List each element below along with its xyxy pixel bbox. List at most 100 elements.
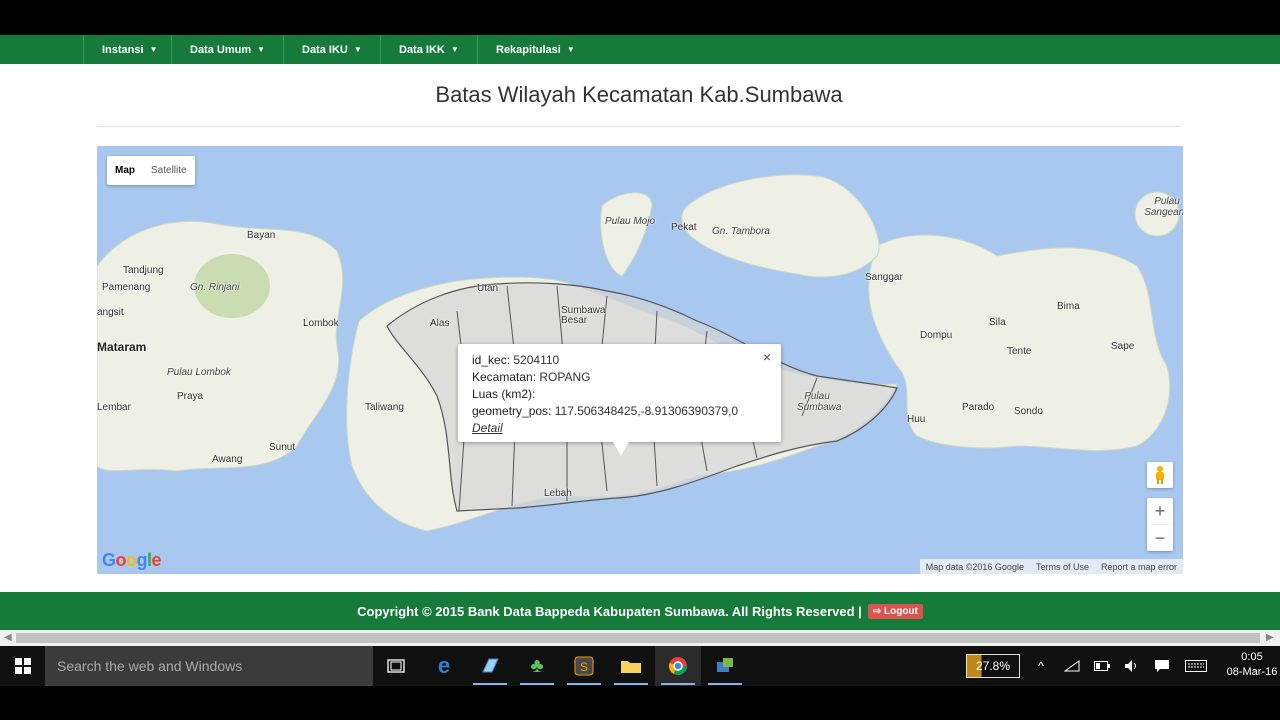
label-taliwang: Taliwang	[365, 402, 404, 413]
label-lembar: Lembar	[97, 402, 131, 413]
clock-date: 08-Mar-16	[1226, 666, 1278, 678]
map-type-map-button[interactable]: Map	[107, 165, 143, 176]
label-pulau-mojo: Pulau Mojo	[605, 216, 656, 227]
copyright-text: Copyright © 2015 Bank Data Bappeda Kabup…	[357, 603, 862, 619]
label-gn-tambora: Gn. Tambora	[712, 226, 770, 237]
id-kec-value: 5204110	[513, 353, 560, 367]
zoom-control: + −	[1147, 498, 1173, 551]
page-content: Batas Wilayah Kecamatan Kab.Sumbawa Baya…	[0, 64, 1280, 592]
clock-time: 0:05	[1241, 651, 1263, 663]
label-sunut: Sunut	[269, 442, 296, 453]
label-lombok: Lombok	[303, 318, 339, 329]
street-view-pegman-icon[interactable]	[1147, 462, 1173, 488]
task-view-icon[interactable]	[373, 646, 419, 686]
label-angsit: angsit	[97, 307, 124, 318]
google-map[interactable]: Bayan Tandjung Pamenang Gn. Rinjani angs…	[97, 146, 1183, 574]
bottom-black-bar	[0, 686, 1280, 720]
caret-down-icon: ▼	[149, 45, 158, 54]
label-gn-rinjani: Gn. Rinjani	[190, 282, 240, 293]
label-sondo: Sondo	[1014, 406, 1043, 417]
windows-start-icon[interactable]	[0, 646, 45, 686]
logout-button[interactable]: ⇨ Logout	[867, 603, 923, 619]
map-type-control: Map Satellite	[107, 156, 195, 185]
main-navbar: Instansi ▼ Data Umum ▼ Data IKU ▼ Data IKK ▼…	[0, 35, 1280, 64]
label-parado: Parado	[962, 402, 995, 413]
label-pulau-sangeang: Pulau Sangeang	[1144, 196, 1183, 218]
taskbar-search-box[interactable]: Search the web and Windows	[45, 646, 373, 686]
system-clock[interactable]: 0:05 08-Mar-16	[1224, 650, 1280, 680]
close-icon[interactable]: ×	[763, 349, 771, 365]
label-sanggar: Sanggar	[865, 272, 903, 283]
label-tandjung: Tandjung	[123, 265, 164, 276]
zoom-in-button[interactable]: +	[1147, 498, 1173, 524]
label-awang: Awang	[212, 454, 243, 465]
map-data-credit: Map data ©2016 Google	[925, 561, 1024, 572]
logout-label: Logout	[884, 605, 918, 617]
notification-icon[interactable]	[1150, 646, 1174, 686]
label-mataram: Mataram	[97, 340, 147, 354]
caret-down-icon: ▼	[257, 45, 266, 54]
caret-down-icon: ▼	[566, 45, 575, 54]
popup-row-geometry: geometry_pos: 117.506348425,-8.913063903…	[472, 403, 767, 420]
info-window: × id_kec: 5204110 Kecamatan: ROPANG Luas…	[458, 344, 781, 456]
windows-taskbar: Search the web and Windows e ♣ S 27.8% ^…	[0, 646, 1280, 686]
scroll-right-icon[interactable]: ▶	[1266, 632, 1274, 643]
nav-rekapitulasi[interactable]: Rekapitulasi ▼	[477, 35, 587, 64]
label-sumbawa-besar: Sumbawa Besar	[561, 305, 606, 326]
google-logo[interactable]: Google	[102, 550, 162, 571]
id-kec-label: id_kec:	[472, 353, 511, 367]
pulau-mojo-island	[600, 192, 653, 277]
nav-label: Data IKK	[399, 43, 445, 56]
label-sape: Sape	[1111, 341, 1135, 352]
battery-meter[interactable]: 27.8%	[966, 654, 1020, 678]
zoom-out-button[interactable]: −	[1147, 525, 1173, 551]
kecamatan-value: ROPANG	[539, 370, 591, 384]
wifi-icon[interactable]	[1060, 646, 1084, 686]
battery-icon[interactable]	[1090, 646, 1114, 686]
network-tool-icon[interactable]	[702, 646, 748, 686]
caret-down-icon: ▼	[353, 45, 362, 54]
chevron-up-icon[interactable]: ^	[1030, 646, 1052, 686]
map-attribution: Map data ©2016 Google Terms of Use Repor…	[919, 559, 1183, 574]
luas-label: Luas (km2):	[472, 387, 536, 401]
label-dompu: Dompu	[920, 330, 953, 341]
page-footer: Copyright © 2015 Bank Data Bappeda Kabup…	[0, 592, 1280, 630]
scrollbar-thumb[interactable]	[16, 633, 1260, 643]
detail-link[interactable]: Detail	[472, 421, 503, 435]
popup-row-detail: Detail	[472, 420, 767, 437]
title-divider	[97, 126, 1181, 127]
keyboard-icon[interactable]	[1182, 646, 1210, 686]
nav-instansi[interactable]: Instansi ▼	[83, 35, 171, 64]
sublime-icon[interactable]: S	[561, 646, 607, 686]
scroll-left-icon[interactable]: ◀	[4, 632, 12, 643]
popup-row-id-kec: id_kec: 5204110	[472, 352, 767, 369]
terms-of-use-link[interactable]: Terms of Use	[1030, 562, 1095, 572]
label-pulau-lombok: Pulau Lombok	[167, 367, 231, 378]
popup-row-kecamatan: Kecamatan: ROPANG	[472, 369, 767, 386]
label-lebah: Lebah	[544, 488, 572, 499]
label-tente: Tente	[1007, 346, 1032, 357]
nav-data-umum[interactable]: Data Umum ▼	[171, 35, 283, 64]
label-praya: Praya	[177, 391, 204, 402]
folder-icon[interactable]	[608, 646, 654, 686]
geometry-label: geometry_pos:	[472, 404, 552, 418]
edge-icon[interactable]: e	[421, 646, 467, 686]
popup-row-luas: Luas (km2):	[472, 386, 767, 403]
label-huu: Huu	[907, 414, 926, 425]
volume-icon[interactable]	[1120, 646, 1144, 686]
nav-label: Data IKU	[302, 43, 348, 56]
nav-data-iku[interactable]: Data IKU ▼	[283, 35, 380, 64]
clover-icon[interactable]: ♣	[514, 646, 560, 686]
chrome-icon[interactable]	[655, 646, 701, 686]
map-type-satellite-button[interactable]: Satellite	[143, 165, 195, 176]
kecamatan-label: Kecamatan:	[472, 370, 537, 384]
logout-icon: ⇨	[872, 605, 882, 617]
app-icon[interactable]	[467, 646, 513, 686]
nav-data-ikk[interactable]: Data IKK ▼	[380, 35, 477, 64]
label-utan: Utan	[477, 283, 499, 294]
nav-label: Instansi	[102, 43, 144, 56]
label-pekat: Pekat	[671, 222, 697, 233]
report-map-error-link[interactable]: Report a map error	[1095, 562, 1183, 572]
label-alas: Alas	[430, 318, 450, 329]
horizontal-scrollbar[interactable]: ◀ ▶	[0, 630, 1280, 646]
